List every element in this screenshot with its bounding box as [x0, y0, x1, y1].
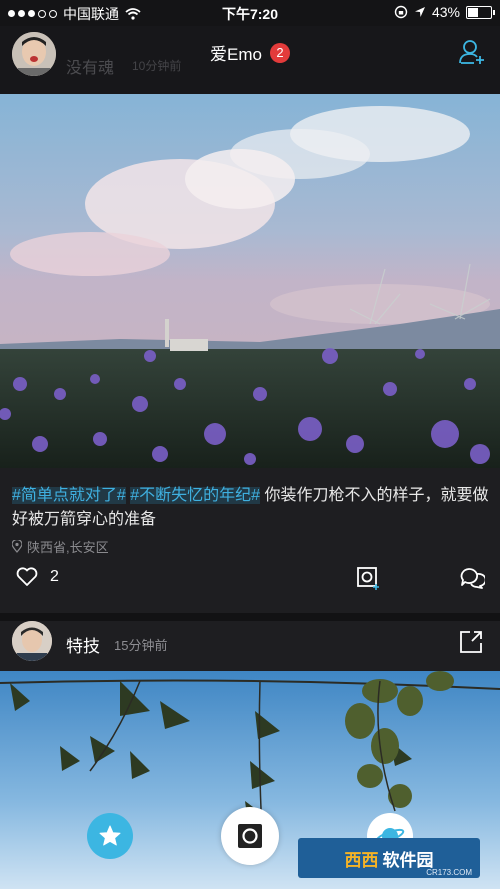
battery-icon	[466, 5, 495, 19]
like-button[interactable]: 2	[16, 567, 59, 587]
post-content: #简单点就对了# #不断失忆的年纪# 你装作刀枪不入的样子，就要做好被万箭穿心的…	[12, 484, 490, 532]
camera-icon	[238, 824, 262, 848]
post-card: #简单点就对了# #不断失忆的年纪# 你装作刀枪不入的样子，就要做好被万箭穿心的…	[0, 468, 500, 613]
watermark-brand-a: 西西	[344, 850, 379, 870]
post-photo-lavender-field[interactable]	[0, 94, 500, 468]
post-divider	[0, 613, 500, 621]
lock-rotation-icon	[394, 5, 408, 19]
location-label: 陕西省,长安区	[27, 540, 109, 555]
capture-button[interactable]	[221, 807, 279, 865]
status-right: 43%	[394, 4, 495, 20]
author-avatar[interactable]	[12, 621, 52, 661]
author-name[interactable]: 特技	[66, 632, 100, 657]
page-title: 爱Emo	[210, 45, 262, 64]
notification-badge[interactable]: 2	[269, 42, 290, 63]
post-location[interactable]: 陕西省,长安区	[12, 537, 109, 556]
heart-icon	[16, 567, 38, 586]
comment-icon[interactable]	[459, 566, 485, 590]
app-header: 没有魂 10分钟前 爱Emo 2	[0, 26, 500, 94]
post-time: 15分钟前	[114, 638, 168, 653]
share-icon[interactable]	[459, 630, 483, 654]
camera-square-icon[interactable]	[356, 566, 380, 590]
hashtag-link[interactable]: #简单点就对了#	[12, 487, 126, 504]
location-arrow-icon	[414, 7, 425, 17]
star-icon	[99, 825, 121, 846]
watermark-url: CR173.COM	[426, 868, 472, 877]
battery-percent: 43%	[431, 4, 460, 20]
hashtag-link[interactable]: #不断失忆的年纪#	[130, 487, 261, 504]
like-count: 2	[50, 568, 59, 585]
favorites-button[interactable]	[87, 813, 133, 859]
watermark-brand-b: 软件园	[382, 850, 434, 870]
status-bar: 中国联通 下午7:20 43%	[0, 0, 500, 26]
location-pin-icon	[12, 540, 22, 553]
post-header: 特技 15分钟前	[0, 621, 500, 671]
watermark-logo: 西西 软件园 CR173.COM	[298, 838, 480, 878]
add-user-icon[interactable]	[458, 38, 486, 66]
header-title-group: 爱Emo 2	[0, 40, 500, 65]
